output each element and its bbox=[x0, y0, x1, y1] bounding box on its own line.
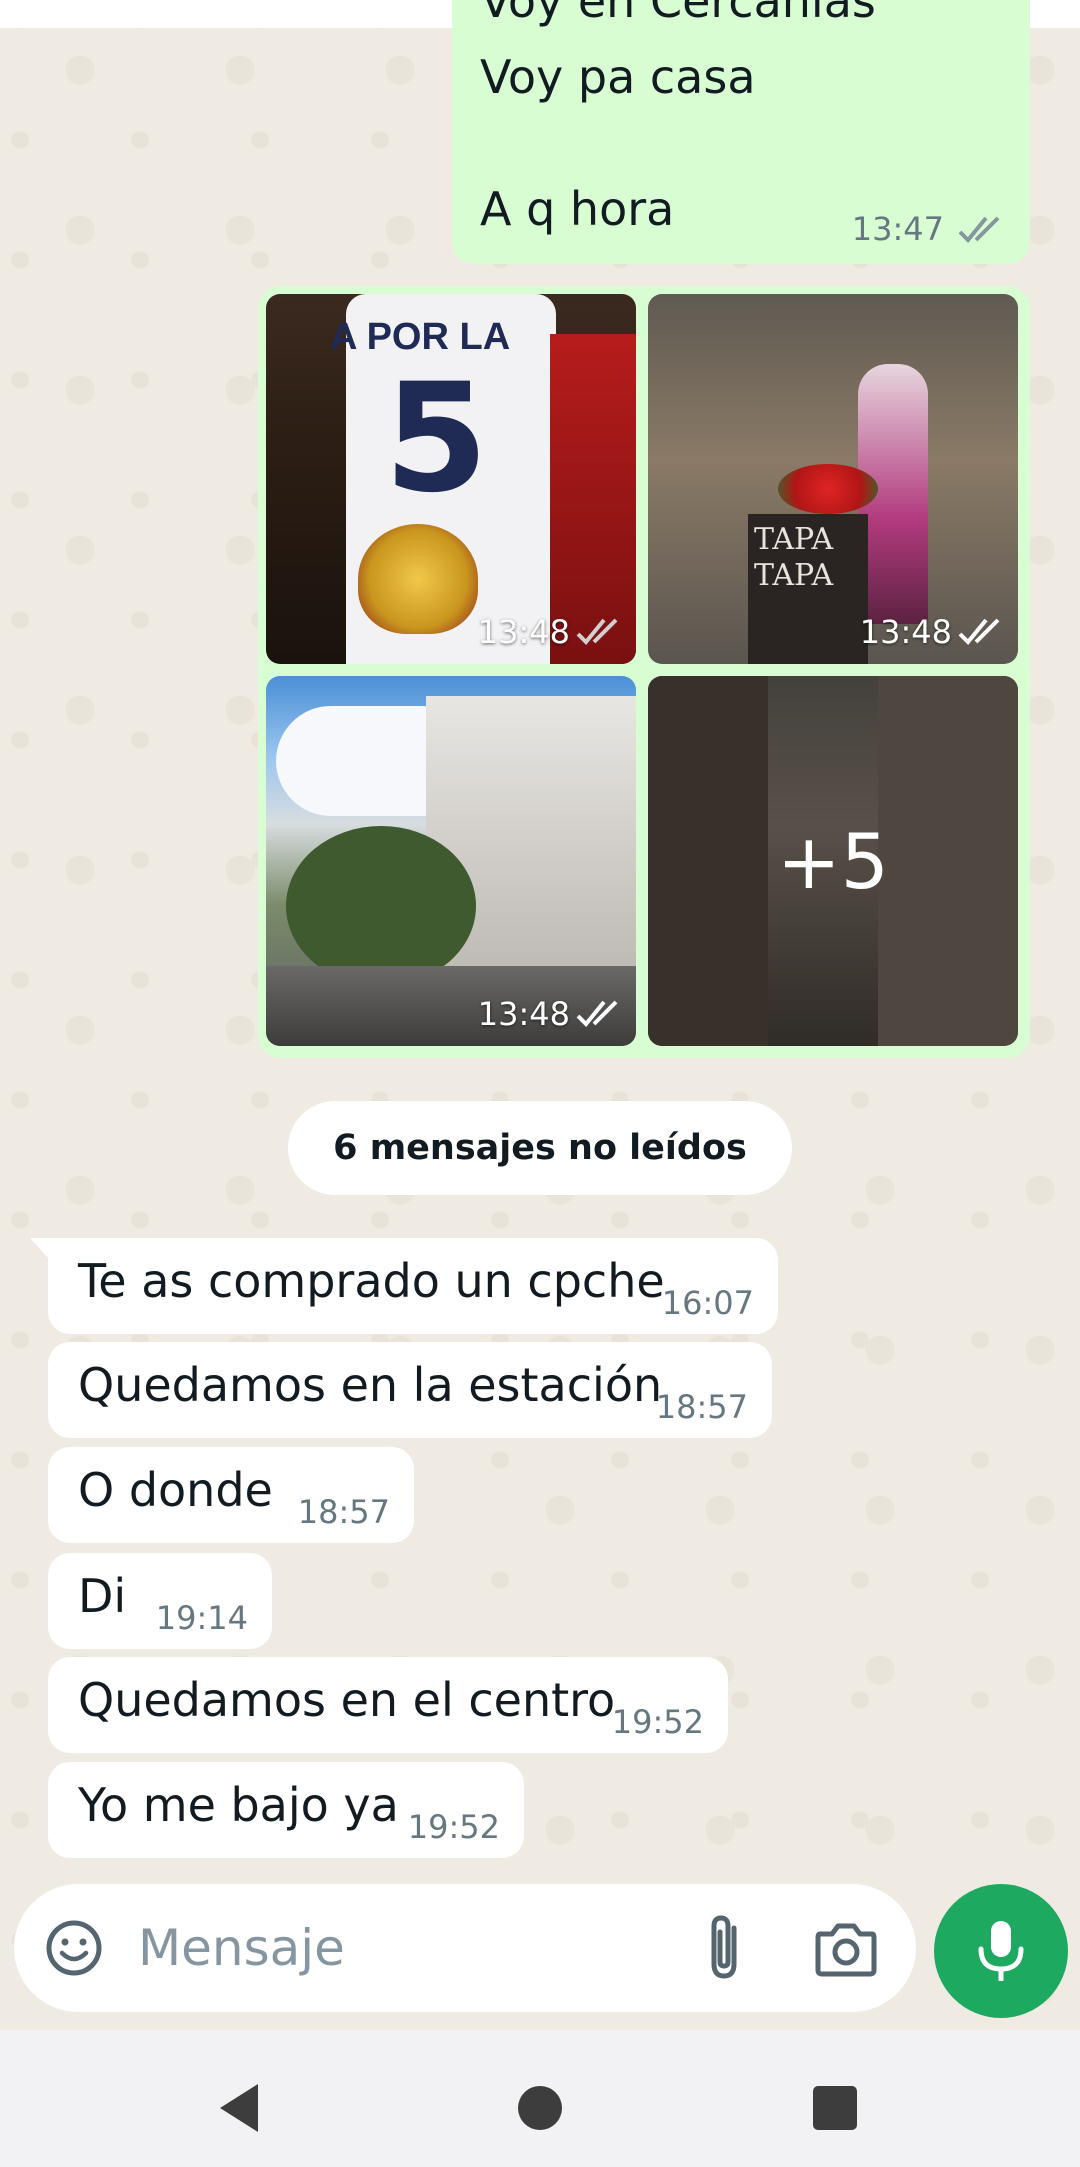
more-photos-count: +5 bbox=[776, 816, 890, 906]
message-timestamp: 13:47 bbox=[851, 210, 944, 248]
unread-messages-divider: 6 mensajes no leídos bbox=[288, 1101, 792, 1195]
message-text: Di bbox=[78, 1569, 127, 1623]
more-photos-tile[interactable]: +5 bbox=[648, 676, 1018, 1046]
double-check-icon bbox=[958, 216, 1000, 243]
message-timestamp: 16:07 bbox=[661, 1284, 754, 1322]
outgoing-message-bubble[interactable]: Voy en Cercanias Voy pa casa A q hora 13… bbox=[452, 0, 1030, 264]
flowers-photo-detail bbox=[778, 464, 878, 514]
photo-time: 13:48 bbox=[477, 995, 570, 1033]
double-check-icon bbox=[576, 618, 618, 645]
message-text: Quedamos en el centro bbox=[78, 1673, 616, 1727]
incoming-message-bubble[interactable]: Yo me bajo ya 19:52 bbox=[48, 1762, 524, 1858]
photo-time: 13:48 bbox=[477, 613, 570, 651]
incoming-message-bubble[interactable]: Di 19:14 bbox=[48, 1553, 272, 1649]
message-timestamp: 18:57 bbox=[655, 1388, 748, 1426]
double-check-icon bbox=[958, 618, 1000, 645]
photo-tile[interactable]: TAPA TAPA 13:48 bbox=[648, 294, 1018, 664]
home-circle-icon[interactable] bbox=[518, 2086, 562, 2130]
photo-timestamp: 13:48 bbox=[478, 992, 622, 1036]
incoming-message-bubble[interactable]: Quedamos en la estación 18:57 bbox=[48, 1342, 772, 1438]
back-triangle-icon[interactable] bbox=[214, 2080, 264, 2136]
chat-background: Voy en Cercanias Voy pa casa A q hora 13… bbox=[0, 0, 1080, 2030]
photo-tile[interactable]: A POR LA 5 13:48 bbox=[266, 294, 636, 664]
photo-timestamp: 13:48 bbox=[478, 610, 622, 654]
message-line: Voy pa casa bbox=[480, 50, 756, 104]
photo-tile[interactable]: 13:48 bbox=[266, 676, 636, 1046]
incoming-message-bubble[interactable]: Quedamos en el centro 19:52 bbox=[48, 1657, 728, 1753]
microphone-button[interactable] bbox=[934, 1884, 1068, 2018]
double-check-icon bbox=[576, 1000, 618, 1027]
media-group-bubble: A POR LA 5 13:48 TAPA TAPA 13:48 13:48 +… bbox=[258, 286, 1030, 1058]
incoming-message-bubble[interactable]: Te as comprado un cpche 16:07 bbox=[30, 1238, 778, 1334]
message-timestamp: 18:57 bbox=[297, 1493, 390, 1531]
microphone-icon bbox=[978, 1921, 1024, 1981]
recents-square-icon[interactable] bbox=[813, 2086, 857, 2130]
incoming-message-bubble[interactable]: O donde 18:57 bbox=[48, 1447, 414, 1543]
message-text: O donde bbox=[78, 1463, 273, 1517]
photo-time: 13:48 bbox=[859, 613, 952, 651]
system-navigation-bar bbox=[0, 2030, 1080, 2167]
trees-photo-detail bbox=[286, 826, 476, 986]
photo-timestamp: 13:48 bbox=[860, 610, 1004, 654]
message-input[interactable] bbox=[138, 1914, 678, 1982]
sign-line: TAPA bbox=[754, 558, 834, 593]
message-text: Te as comprado un cpche bbox=[78, 1254, 665, 1308]
message-line: Voy en Cercanias bbox=[480, 0, 876, 28]
message-timestamp: 19:52 bbox=[611, 1703, 704, 1741]
message-text: Quedamos en la estación bbox=[78, 1358, 663, 1412]
camera-icon[interactable] bbox=[814, 1918, 878, 1978]
message-line: A q hora bbox=[480, 182, 675, 236]
sign-line: TAPA bbox=[754, 522, 834, 557]
message-composer bbox=[14, 1884, 916, 2012]
message-timestamp: 19:14 bbox=[155, 1599, 248, 1637]
message-text: Yo me bajo ya bbox=[78, 1778, 399, 1832]
message-timestamp: 19:52 bbox=[407, 1808, 500, 1846]
sign-text: TAPA TAPA bbox=[754, 522, 833, 594]
crest-photo-detail bbox=[358, 524, 478, 634]
shirt-print-number: 5 bbox=[384, 352, 489, 526]
emoji-icon[interactable] bbox=[44, 1918, 104, 1978]
paperclip-icon[interactable] bbox=[694, 1914, 754, 1982]
